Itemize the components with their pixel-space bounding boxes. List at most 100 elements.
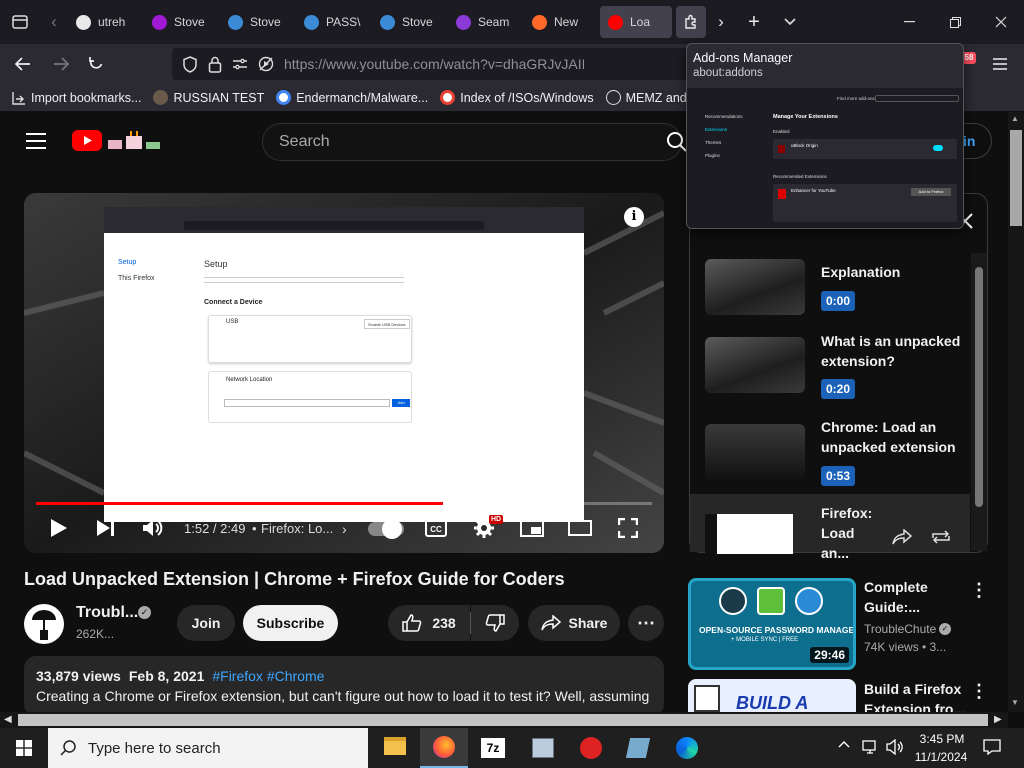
video-info-icon[interactable]: i xyxy=(624,207,644,227)
recommended-channel[interactable]: TroubleChute xyxy=(864,622,936,636)
search-placeholder: Search xyxy=(279,133,330,150)
back-icon[interactable] xyxy=(0,48,46,80)
channel-avatar[interactable] xyxy=(24,604,64,644)
bookmark-russian-test[interactable]: RUSSIAN TEST xyxy=(147,90,270,105)
fullscreen-icon[interactable] xyxy=(618,518,638,538)
browser-tab[interactable]: Stove xyxy=(372,6,446,38)
more-options-icon[interactable]: ⋮ xyxy=(970,681,988,702)
browser-tab[interactable]: New xyxy=(524,6,598,38)
dislike-button[interactable] xyxy=(471,605,519,641)
chapter-title[interactable]: Firefox: Lo... xyxy=(261,521,333,536)
permissions-icon[interactable] xyxy=(232,57,248,71)
menu-hamburger-icon[interactable] xyxy=(976,48,1024,80)
url-bar[interactable]: https://www.youtube.com/watch?v=dhaGRJvJ… xyxy=(172,48,692,80)
search-input[interactable]: Search xyxy=(262,123,682,161)
autoplay-toggle[interactable] xyxy=(368,519,404,539)
addons-tab-preview[interactable]: Add-ons Manager about:addons Find more a… xyxy=(686,43,964,229)
tracking-shield-icon[interactable] xyxy=(182,55,198,73)
restore-icon[interactable] xyxy=(932,0,978,44)
chapter-item[interactable]: What is an unpacked extension? 0:20 xyxy=(705,333,975,403)
show-hidden-icons[interactable] xyxy=(838,740,850,748)
scroll-tabs-left-icon[interactable]: ‹ xyxy=(40,6,68,38)
chapter-item-active[interactable]: Firefox: Load an... xyxy=(690,494,970,561)
search-icon[interactable] xyxy=(666,131,688,153)
chapter-separator: • xyxy=(252,521,257,536)
youtube-logo[interactable] xyxy=(72,128,166,152)
chapter-time[interactable]: 0:53 xyxy=(821,466,856,486)
browser-tab[interactable]: Stove xyxy=(144,6,218,38)
browser-tab[interactable]: Loa xyxy=(600,6,672,38)
description-box[interactable]: 33,879 views Feb 8, 2021 #Firefox #Chrom… xyxy=(24,656,664,716)
share-arrow-icon[interactable] xyxy=(892,529,912,545)
bookmark-label: RUSSIAN TEST xyxy=(173,90,265,105)
more-options-icon[interactable]: ⋮ xyxy=(970,580,988,601)
extension-card: uBlock Origin xyxy=(773,139,957,159)
volume-tray-icon[interactable] xyxy=(886,739,904,755)
chapter-item[interactable]: Chrome: Load an unpacked extension 0:53 xyxy=(705,419,975,490)
volume-icon[interactable] xyxy=(142,518,164,538)
progress-bar[interactable] xyxy=(36,502,652,505)
taskbar-app-icon[interactable] xyxy=(532,738,554,758)
more-actions-button[interactable]: ⋯ xyxy=(628,605,664,641)
share-button[interactable]: Share xyxy=(528,605,620,641)
theater-mode-icon[interactable] xyxy=(568,520,592,536)
chapter-time[interactable]: 0:00 xyxy=(821,291,856,311)
clock-date[interactable]: 11/1/2024 xyxy=(910,750,972,764)
windows-start-icon[interactable] xyxy=(0,728,48,768)
lock-icon[interactable] xyxy=(208,56,222,73)
play-icon[interactable] xyxy=(50,518,68,538)
recommended-title[interactable]: Build a Firefox Extension fro... xyxy=(864,679,974,712)
notifications-icon[interactable] xyxy=(983,739,1001,755)
like-button[interactable]: 238 xyxy=(388,605,470,641)
browser-tab[interactable]: Seam xyxy=(448,6,522,38)
recommended-thumbnail[interactable]: BUILD A xyxy=(688,679,856,712)
recommended-title[interactable]: Complete Guide:... xyxy=(864,577,948,617)
hashtags[interactable]: #Firefox #Chrome xyxy=(212,668,324,684)
taskbar-search[interactable]: Type here to search xyxy=(48,728,368,768)
clock-time[interactable]: 3:45 PM xyxy=(914,732,970,746)
network-icon[interactable] xyxy=(862,739,880,755)
chapter-item[interactable]: Explanation 0:00 xyxy=(705,259,975,319)
new-tab-icon[interactable]: + xyxy=(736,6,772,38)
tab-favicon-icon xyxy=(532,14,547,30)
close-window-icon[interactable] xyxy=(978,0,1024,44)
recommended-thumbnail[interactable]: OPEN-SOURCE PASSWORD MANAGER + MOBILE SY… xyxy=(688,578,856,670)
video-title: Load Unpacked Extension | Chrome + Firef… xyxy=(24,569,565,589)
autoplay-blocked-icon[interactable] xyxy=(258,56,274,72)
chapter-chevron-icon[interactable]: › xyxy=(342,521,347,537)
join-button[interactable]: Join xyxy=(177,605,235,641)
subscribe-button[interactable]: Subscribe xyxy=(243,605,338,641)
browser-tab[interactable]: Stove xyxy=(220,6,294,38)
url-text[interactable]: https://www.youtube.com/watch?v=dhaGRJvJ… xyxy=(284,56,584,72)
bookmark-endermanch[interactable]: Endermanch/Malware... xyxy=(270,90,434,105)
chapter-time[interactable]: 0:20 xyxy=(821,379,856,399)
file-explorer-icon[interactable] xyxy=(384,737,406,755)
browser-tab[interactable]: utreh xyxy=(68,6,142,38)
taskbar-app-icon[interactable] xyxy=(625,738,651,758)
edge-icon[interactable] xyxy=(676,737,698,759)
minimize-icon[interactable] xyxy=(886,0,932,44)
reload-icon[interactable] xyxy=(76,48,116,80)
channel-name[interactable]: Troubl... xyxy=(76,604,138,622)
captions-icon[interactable]: CC xyxy=(425,519,447,537)
scroll-tabs-right-icon[interactable]: › xyxy=(706,6,736,38)
tab-favicon-icon xyxy=(380,14,395,30)
forward-icon[interactable] xyxy=(46,48,76,80)
next-icon[interactable] xyxy=(96,519,116,537)
loop-icon[interactable] xyxy=(930,529,952,545)
tab-overview-icon[interactable] xyxy=(0,6,40,38)
7zip-icon[interactable]: 7z xyxy=(481,738,505,758)
bookmark-import[interactable]: Import bookmarks... xyxy=(0,91,147,105)
miniplayer-icon[interactable] xyxy=(520,519,544,537)
page-vertical-scrollbar[interactable]: ▲ ▼ xyxy=(1008,112,1024,712)
firefox-taskbar-icon[interactable] xyxy=(420,728,468,768)
page-horizontal-scrollbar[interactable]: ◀ ▶ xyxy=(0,712,1008,728)
browser-tab[interactable]: PASS\ xyxy=(296,6,370,38)
list-all-tabs-icon[interactable] xyxy=(772,6,808,38)
bookmark-isos[interactable]: Index of /ISOs/Windows xyxy=(434,90,599,105)
angry-birds-icon[interactable] xyxy=(580,737,602,759)
guide-menu-icon[interactable] xyxy=(26,133,46,149)
extension-toggle xyxy=(933,145,943,151)
enabled-label: Enabled xyxy=(773,129,790,134)
extension-puzzle-icon[interactable] xyxy=(676,6,706,38)
